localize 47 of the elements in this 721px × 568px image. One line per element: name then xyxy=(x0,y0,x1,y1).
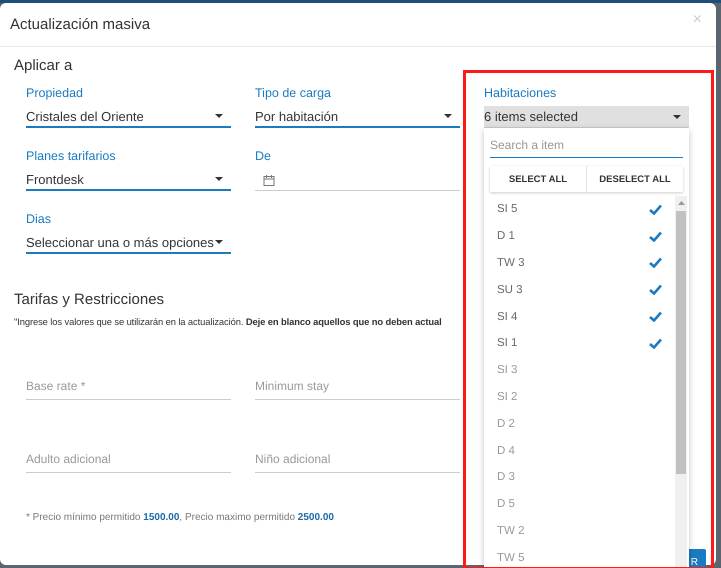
instructions-text: "Ingrese los valores que se utilizarán en la actualización. Deje en blanco aquellos que no deben actual xyxy=(14,316,442,327)
field-label: Habitaciones xyxy=(484,86,558,102)
select-field[interactable]: Seleccionar una o más opciones xyxy=(26,232,231,254)
list-item[interactable]: SI 5 xyxy=(484,196,675,223)
list-item[interactable]: D 5 xyxy=(484,490,675,518)
scrollbar-thumb[interactable] xyxy=(676,211,686,474)
dialog-title: Actualización masiva xyxy=(10,16,150,33)
section-title: Tarifas y Restricciones xyxy=(14,291,166,308)
list-item[interactable]: TW 5 xyxy=(484,544,675,568)
caret-icon xyxy=(215,114,223,118)
caret-icon xyxy=(215,240,223,244)
check-icon xyxy=(649,311,662,322)
list-item[interactable]: TW 3 xyxy=(484,250,675,276)
action-button[interactable]: DESELECT ALL xyxy=(586,166,683,192)
scroll-up-icon[interactable] xyxy=(678,201,684,205)
list-item[interactable]: D 1 xyxy=(484,222,675,250)
list-item[interactable]: SI 4 xyxy=(484,303,675,330)
list-item[interactable]: D 2 xyxy=(484,410,675,438)
select-field[interactable]: Frontdesk xyxy=(26,169,231,191)
select-field[interactable]: Cristales del Oriente xyxy=(26,106,231,128)
caret-icon xyxy=(673,114,681,118)
check-icon xyxy=(649,338,662,349)
price-limits-text: * Precio mínimo permitido 1500.00, Precio maximo permitido 2500.00 xyxy=(26,512,335,523)
caret-icon xyxy=(215,177,223,181)
field-label: Tipo de carga xyxy=(255,86,332,102)
list-item[interactable]: SI 1 xyxy=(484,330,675,357)
list-item[interactable]: D 4 xyxy=(484,437,675,464)
list-item[interactable]: TW 2 xyxy=(484,518,675,544)
check-icon xyxy=(649,257,662,268)
action-button[interactable]: SELECT ALL xyxy=(490,166,586,192)
list-item[interactable]: SI 2 xyxy=(484,384,675,410)
select-field[interactable]: Por habitación xyxy=(255,106,460,128)
scrollbar[interactable] xyxy=(675,196,687,568)
calendar-icon xyxy=(263,174,275,186)
field-label: Propiedad xyxy=(26,86,84,102)
field-label: De xyxy=(255,149,272,165)
list-item[interactable]: SI 3 xyxy=(484,356,675,384)
check-icon xyxy=(649,204,662,215)
list-item[interactable]: SU 3 xyxy=(484,276,675,304)
select-field[interactable]: 6 items selected xyxy=(484,106,689,128)
check-icon xyxy=(649,230,662,242)
section-title: Aplicar a xyxy=(14,57,74,74)
field-label: Dias xyxy=(26,212,52,228)
check-icon xyxy=(649,284,662,296)
field-label: Planes tarifarios xyxy=(26,149,117,165)
list-item[interactable]: D 3 xyxy=(484,464,675,491)
caret-icon xyxy=(444,114,452,118)
